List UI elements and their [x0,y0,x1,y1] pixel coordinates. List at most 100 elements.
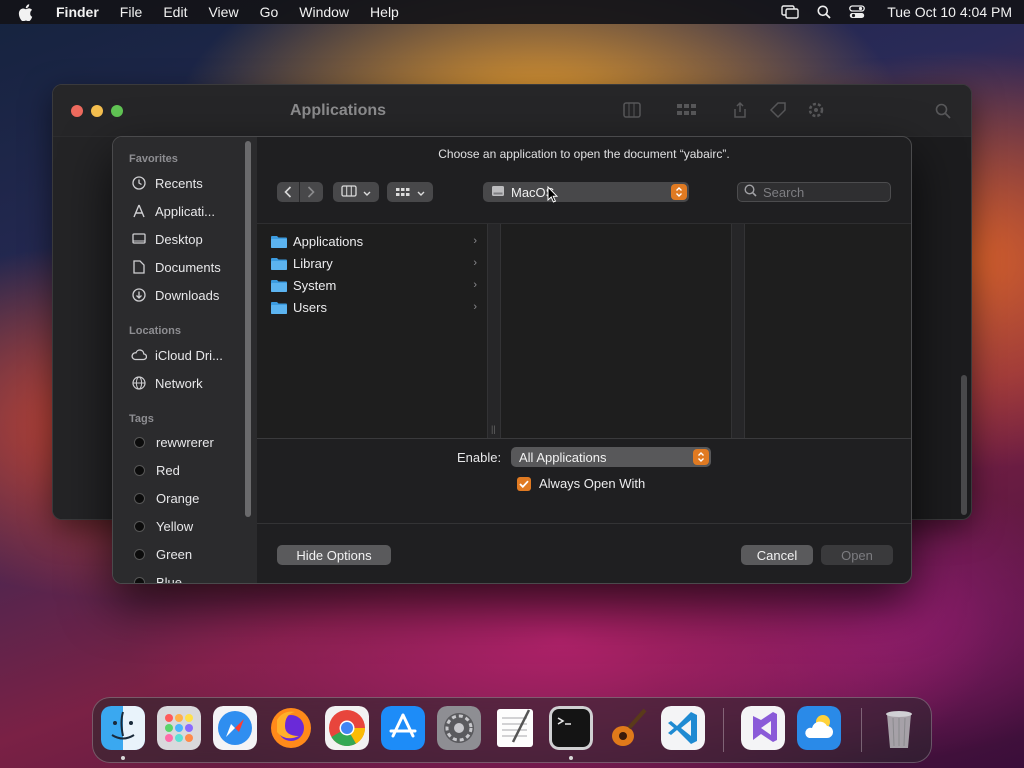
finder-window-title: Applications [290,102,387,119]
menu-edit[interactable]: Edit [163,4,187,20]
visual-studio-icon[interactable] [741,706,785,750]
close-window-button[interactable] [71,104,83,117]
popup-arrows-icon [671,184,687,200]
minimize-window-button[interactable] [91,104,103,117]
tag-dot-icon [134,437,145,448]
always-open-with-label: Always Open With [539,476,646,491]
sidebar-tag-rewwrerer[interactable]: rewwrerer [131,435,214,450]
sidebar-item-applications[interactable]: Applicati... [131,203,215,219]
terminal-icon[interactable] [549,706,593,750]
menu-go[interactable]: Go [260,4,279,20]
folder-icon [271,279,287,292]
finder-search-icon[interactable] [935,103,951,122]
sidebar-item-label: Blue [156,575,183,584]
folder-icon [271,257,287,270]
open-button[interactable]: Open [821,545,893,565]
system-settings-icon[interactable] [437,706,481,750]
search-icon [744,184,757,200]
sidebar-item-network[interactable]: Network [131,375,203,391]
running-indicator [121,756,125,760]
location-popup[interactable]: MacOS [483,182,689,202]
menu-file[interactable]: File [120,4,143,20]
dock [92,697,932,763]
browser-item-system[interactable]: System › [271,275,477,295]
app-store-icon[interactable] [381,706,425,750]
sidebar-item-label: rewwrerer [156,435,214,450]
browser-item-label: Applications [293,233,364,249]
launchpad-icon[interactable] [157,706,201,750]
tag-dot-icon [134,549,145,560]
sidebar-tag-red[interactable]: Red [131,463,180,478]
search-input[interactable] [763,184,883,200]
browser-item-library[interactable]: Library › [271,253,477,273]
browser-item-label: Library [293,255,333,271]
sidebar-item-label: Yellow [156,519,194,534]
forward-button[interactable] [299,182,321,202]
browser-item-users[interactable]: Users › [271,297,477,317]
sidebar-tag-orange[interactable]: Orange [131,491,199,506]
cloud-icon [131,347,147,363]
finder-scrollbar[interactable] [961,375,967,515]
dock-separator [861,708,862,752]
sidebar-item-icloud-drive[interactable]: iCloud Dri... [131,347,223,363]
clock-icon [131,175,147,191]
enable-popup[interactable]: All Applications [511,447,711,467]
weather-icon[interactable] [797,706,841,750]
tag-icon[interactable] [769,101,787,122]
menu-view[interactable]: View [208,4,238,20]
vscode-icon[interactable] [661,706,705,750]
browser-item-label: Users [293,299,327,315]
column-divider[interactable] [731,224,745,438]
document-icon [131,259,147,275]
spotlight-search-icon[interactable] [817,5,831,19]
sidebar-item-downloads[interactable]: Downloads [131,287,219,303]
sidebar-tag-yellow[interactable]: Yellow [131,519,193,534]
textedit-icon[interactable] [493,706,537,750]
sidebar-item-label: Downloads [155,287,220,303]
sidebar-item-label: Network [155,375,203,391]
back-button[interactable] [277,182,299,202]
sidebar-scrollbar[interactable] [245,141,251,517]
sidebar-item-desktop[interactable]: Desktop [131,231,203,247]
always-open-with-checkbox[interactable]: Always Open With [517,476,645,491]
apple-menu-icon[interactable] [18,3,36,21]
action-gear-icon[interactable] [807,101,839,122]
tag-dot-icon [134,465,145,476]
menu-help[interactable]: Help [370,4,399,20]
search-field[interactable] [737,182,891,202]
safari-icon[interactable] [213,706,257,750]
sidebar-tag-blue[interactable]: Blue [131,575,183,584]
trash-icon[interactable] [877,706,921,750]
sidebar-item-documents[interactable]: Documents [131,259,221,275]
view-columns-icon[interactable] [623,101,655,122]
chevron-right-icon: › [473,279,477,291]
group-by-button[interactable] [387,182,433,202]
column-divider[interactable]: || [487,224,501,438]
group-icon[interactable] [675,101,711,122]
menu-window[interactable]: Window [299,4,349,20]
control-center-icon[interactable] [849,5,866,19]
chevron-right-icon: › [473,257,477,269]
sidebar-tag-green[interactable]: Green [131,547,192,562]
sidebar-item-label: Documents [155,259,221,275]
menu-app-finder[interactable]: Finder [56,4,99,20]
zoom-window-button[interactable] [111,104,123,117]
dock-separator [723,708,724,752]
sidebar-item-recents[interactable]: Recents [131,175,203,191]
dialog-prompt: Choose an application to open the docume… [438,147,730,161]
sidebar-item-label: iCloud Dri... [155,347,223,363]
sidebar-item-label: Red [156,463,180,478]
finder-icon[interactable] [101,706,145,750]
chrome-icon[interactable] [325,706,369,750]
dialog-sidebar: Favorites Recents Applicati... Desktop D… [113,137,257,583]
browser-item-applications[interactable]: Applications › [271,231,477,251]
menubar-clock[interactable]: Tue Oct 10 4:04 PM [887,4,1012,20]
cancel-button[interactable]: Cancel [741,545,813,565]
sidebar-item-label: Orange [156,491,200,506]
hide-options-button[interactable]: Hide Options [277,545,391,565]
garageband-icon[interactable] [605,706,649,750]
firefox-icon[interactable] [269,706,313,750]
screen-mirroring-icon[interactable] [781,5,799,19]
share-icon[interactable] [731,101,749,122]
view-mode-button[interactable] [333,182,379,202]
